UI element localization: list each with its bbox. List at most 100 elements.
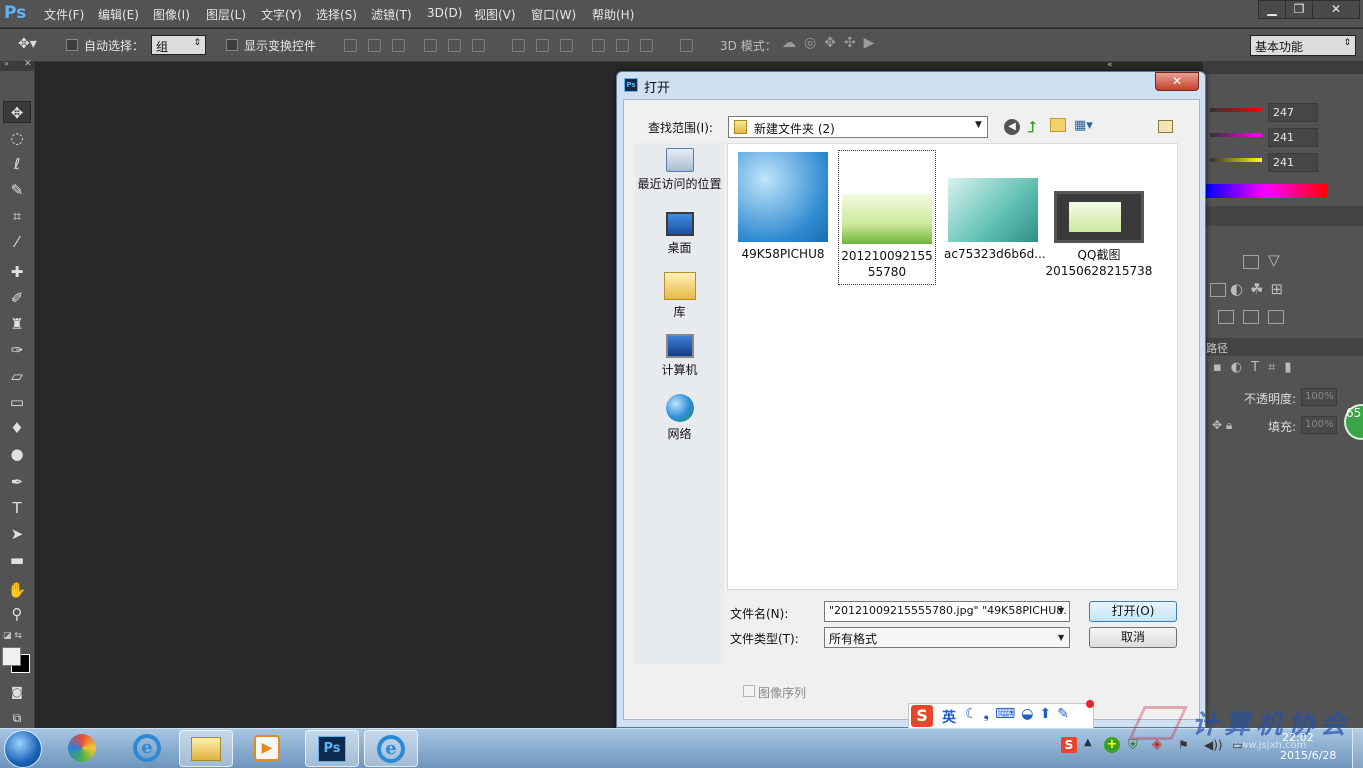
taskbar-ie[interactable]: e <box>120 730 174 767</box>
screen-mode-icon[interactable]: ⧉ <box>3 707 31 729</box>
dialog-close-button[interactable]: ✕ <box>1155 72 1199 91</box>
tray-flag-icon[interactable]: ⚑ <box>1178 738 1189 752</box>
threshold-icon[interactable] <box>1243 310 1259 324</box>
workspace-dropdown[interactable]: 基本功能 ⇕ <box>1250 35 1356 56</box>
taskbar-ie-window[interactable]: e <box>364 730 418 767</box>
menu-layer[interactable]: 图层(L) <box>206 6 246 23</box>
lasso-tool-icon[interactable]: ℓ <box>3 153 31 175</box>
quick-select-tool-icon[interactable]: ✎ <box>3 179 31 201</box>
3d-tools-icons[interactable]: ☁◎✥✣▶ <box>782 35 882 51</box>
history-brush-tool-icon[interactable]: ✑ <box>3 339 31 361</box>
cancel-button[interactable]: 取消 <box>1089 627 1177 648</box>
healing-brush-tool-icon[interactable]: ✚ <box>3 261 31 283</box>
green-slider[interactable] <box>1210 133 1262 137</box>
taskbar-photoshop[interactable]: Ps <box>305 730 359 767</box>
shape-tool-icon[interactable]: ▬ <box>3 549 31 571</box>
menu-select[interactable]: 选择(S) <box>316 6 357 23</box>
green-value[interactable]: 241 <box>1268 128 1318 147</box>
align-left-icon[interactable] <box>424 39 437 52</box>
minimize-button[interactable]: ▁ <box>1258 0 1286 19</box>
color-balance-icon[interactable] <box>1210 283 1226 297</box>
tray-expand-icon[interactable]: ▲ <box>1084 737 1092 748</box>
place-desktop[interactable]: 桌面 <box>635 212 724 256</box>
distribute-vcenter-icon[interactable] <box>536 39 549 52</box>
opacity-field[interactable]: 100% <box>1301 388 1337 406</box>
red-slider[interactable] <box>1210 108 1262 112</box>
selective-color-icon[interactable] <box>1268 310 1284 324</box>
file-item[interactable]: QQ截图 20150628215738 <box>1046 191 1152 279</box>
curves-icon[interactable] <box>1243 255 1259 269</box>
pen-tool-icon[interactable]: ✒ <box>3 471 31 493</box>
show-transform-checkbox[interactable] <box>226 39 238 51</box>
clock-date[interactable]: 2015/6/28 <box>1280 749 1336 762</box>
move-tool-preset-icon[interactable]: ✥▾ <box>18 36 37 52</box>
align-right-icon[interactable] <box>472 39 485 52</box>
type-tool-icon[interactable]: T <box>3 497 31 519</box>
up-folder-icon[interactable]: ⮥ <box>1027 117 1036 137</box>
align-bottom-icon[interactable] <box>392 39 405 52</box>
tray-sogou-icon[interactable]: S <box>1061 737 1077 753</box>
back-icon[interactable]: ◀ <box>1004 119 1020 135</box>
blue-slider[interactable] <box>1210 158 1262 162</box>
menu-view[interactable]: 视图(V) <box>474 6 516 23</box>
red-value[interactable]: 247 <box>1268 103 1318 122</box>
auto-align-icon[interactable] <box>680 39 693 52</box>
file-name-input[interactable]: "20121009215555780.jpg" "49K58PICHU8. <box>824 601 1070 622</box>
zoom-tool-icon[interactable]: ⚲ <box>3 603 31 625</box>
place-libraries[interactable]: 库 <box>635 272 724 320</box>
file-item[interactable]: ac75323d6b6d... <box>944 178 1046 262</box>
auto-select-dropdown[interactable]: 组 ⇕ <box>151 35 206 55</box>
distribute-right-icon[interactable] <box>640 39 653 52</box>
show-desktop-button[interactable] <box>1352 729 1363 768</box>
place-network[interactable]: 网络 <box>635 394 724 442</box>
menu-edit[interactable]: 编辑(E) <box>98 6 139 23</box>
brush-tool-icon[interactable]: ✐ <box>3 287 31 309</box>
tray-volume-icon[interactable]: ◀)) <box>1204 738 1223 752</box>
eraser-tool-icon[interactable]: ▱ <box>3 365 31 387</box>
clone-stamp-tool-icon[interactable]: ♜ <box>3 313 31 335</box>
lock-icon[interactable]: ✥ 🔒︎ <box>1212 418 1232 433</box>
marquee-tool-icon[interactable]: ◌ <box>3 127 31 149</box>
quick-mask-icon[interactable]: ◙ <box>3 681 31 703</box>
tray-shield-icon[interactable]: ⛨ <box>1128 738 1138 753</box>
menu-3d[interactable]: 3D(D) <box>427 6 462 20</box>
color-ramp[interactable] <box>1206 184 1327 198</box>
foreground-color-swatch[interactable] <box>2 647 21 666</box>
gradient-map-icon[interactable]: ▽ <box>1268 251 1280 269</box>
blur-tool-icon[interactable]: ♦ <box>3 417 31 439</box>
align-hcenter-icon[interactable] <box>448 39 461 52</box>
align-vcenter-icon[interactable] <box>368 39 381 52</box>
fill-field[interactable]: 100% <box>1301 416 1337 434</box>
taskbar-media-player[interactable]: ▶ <box>240 730 294 767</box>
distribute-top-icon[interactable] <box>512 39 525 52</box>
menu-image[interactable]: 图像(I) <box>153 6 190 23</box>
sogou-logo-icon[interactable]: S <box>911 705 933 727</box>
gradient-tool-icon[interactable]: ▭ <box>3 391 31 413</box>
file-item-selected[interactable]: 20121009215555780 <box>838 150 936 285</box>
tray-network-icon[interactable]: ▭ <box>1232 738 1243 752</box>
menu-window[interactable]: 窗口(W) <box>531 6 576 23</box>
adjustment-icons-row[interactable]: ◐☘⊞ <box>1230 280 1290 298</box>
taskbar-flower-app[interactable] <box>55 730 109 767</box>
close-window-button[interactable]: ✕ <box>1312 0 1360 19</box>
crop-tool-icon[interactable]: ⌗ <box>3 205 31 227</box>
open-button[interactable]: 打开(O) <box>1089 601 1177 622</box>
taskbar-explorer[interactable] <box>179 730 233 767</box>
preview-toggle-icon[interactable] <box>1158 120 1173 133</box>
distribute-left-icon[interactable] <box>592 39 605 52</box>
menu-file[interactable]: 文件(F) <box>44 6 84 23</box>
paths-tab[interactable]: 路径 <box>1206 340 1228 356</box>
align-top-icon[interactable] <box>344 39 357 52</box>
invert-icon[interactable] <box>1218 310 1234 324</box>
ime-mode-toggle[interactable]: 英 <box>942 707 956 727</box>
move-tool-icon[interactable]: ✥ <box>3 101 31 123</box>
start-button-icon[interactable] <box>4 730 42 768</box>
image-sequence-checkbox[interactable] <box>743 685 755 697</box>
path-select-tool-icon[interactable]: ➤ <box>3 523 31 545</box>
blue-value[interactable]: 241 <box>1268 153 1318 172</box>
tray-security-icon[interactable]: + <box>1104 737 1120 753</box>
view-menu-icon[interactable]: ▦▾ <box>1074 118 1093 133</box>
place-recent[interactable]: 最近访问的位置 <box>635 148 724 192</box>
new-folder-icon[interactable] <box>1050 118 1066 132</box>
file-type-dropdown[interactable]: 所有格式 <box>824 627 1070 648</box>
